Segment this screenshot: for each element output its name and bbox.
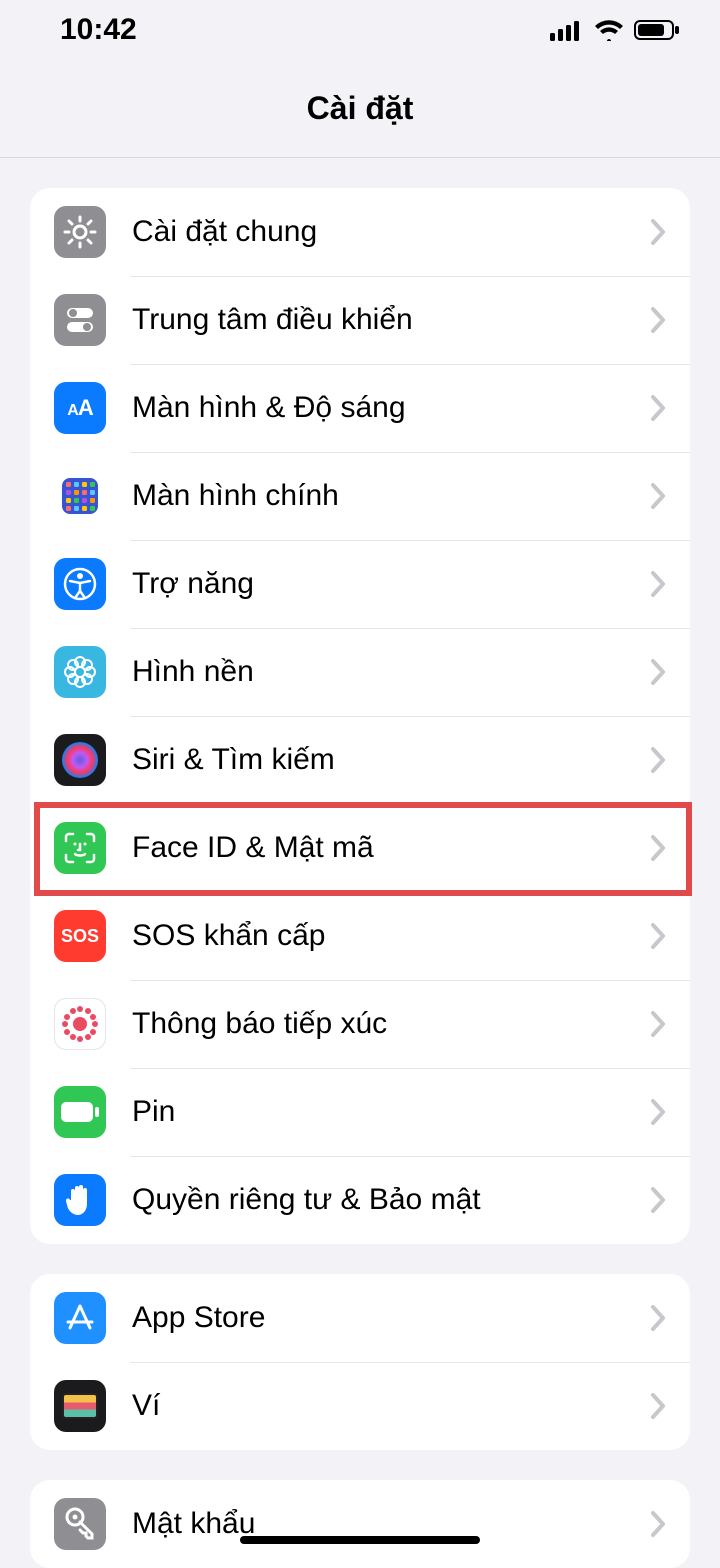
settings-row-home-screen[interactable]: Màn hình chính [30, 452, 690, 540]
siri-icon [54, 734, 106, 786]
wifi-icon [594, 19, 624, 41]
hand-icon [54, 1174, 106, 1226]
appstore-icon [54, 1292, 106, 1344]
chevron-right-icon [650, 746, 666, 774]
settings-row-exposure[interactable]: Thông báo tiếp xúc [30, 980, 690, 1068]
settings-row-control-center[interactable]: Trung tâm điều khiển [30, 276, 690, 364]
wallet-icon [54, 1380, 106, 1432]
settings-row-accessibility[interactable]: Trợ năng [30, 540, 690, 628]
settings-row-label: Màn hình & Độ sáng [132, 391, 650, 425]
exposure-icon [54, 998, 106, 1050]
home-indicator [240, 1536, 480, 1544]
settings-row-label: Face ID & Mật mã [132, 831, 650, 865]
flower-icon [54, 646, 106, 698]
settings-row-display[interactable]: AA Màn hình & Độ sáng [30, 364, 690, 452]
settings-row-privacy[interactable]: Quyền riêng tư & Bảo mật [30, 1156, 690, 1244]
settings-row-label: Pin [132, 1095, 650, 1129]
aa-icon: AA [54, 382, 106, 434]
settings-row-battery[interactable]: Pin [30, 1068, 690, 1156]
settings-row-siri[interactable]: Siri & Tìm kiếm [30, 716, 690, 804]
chevron-right-icon [650, 922, 666, 950]
settings-group: Cài đặt chung Trung tâm điều khiển AA Màn h… [30, 188, 690, 1244]
sos-icon: SOS [54, 910, 106, 962]
chevron-right-icon [650, 1010, 666, 1038]
status-bar: 10:42 [0, 0, 720, 60]
status-icons [550, 19, 680, 41]
settings-row-sos[interactable]: SOS SOS khẩn cấp [30, 892, 690, 980]
settings-row-app-store[interactable]: App Store [30, 1274, 690, 1362]
page-title: Cài đặt [0, 60, 720, 158]
chevron-right-icon [650, 1186, 666, 1214]
faceid-icon [54, 822, 106, 874]
settings-row-wallet[interactable]: Ví [30, 1362, 690, 1450]
settings-row-label: Trung tâm điều khiển [132, 303, 650, 337]
chevron-right-icon [650, 1510, 666, 1538]
grid-icon [54, 470, 106, 522]
chevron-right-icon [650, 482, 666, 510]
settings-row-label: Siri & Tìm kiếm [132, 743, 650, 777]
chevron-right-icon [650, 834, 666, 862]
settings-row-label: Quyền riêng tư & Bảo mật [132, 1183, 650, 1217]
chevron-right-icon [650, 570, 666, 598]
settings-row-passwords[interactable]: Mật khẩu [30, 1480, 690, 1568]
settings-group: App Store Ví [30, 1274, 690, 1450]
settings-row-label: Ví [132, 1389, 650, 1423]
key-icon [54, 1498, 106, 1550]
settings-row-label: Cài đặt chung [132, 215, 650, 249]
chevron-right-icon [650, 1392, 666, 1420]
toggles-icon [54, 294, 106, 346]
chevron-right-icon [650, 394, 666, 422]
chevron-right-icon [650, 1304, 666, 1332]
settings-row-label: Thông báo tiếp xúc [132, 1007, 650, 1041]
settings-row-label: SOS khẩn cấp [132, 919, 650, 953]
settings-row-label: Hình nền [132, 655, 650, 689]
settings-group: Mật khẩu [30, 1480, 690, 1568]
battery-icon [634, 19, 680, 41]
settings-row-face-id[interactable]: Face ID & Mật mã [30, 804, 690, 892]
chevron-right-icon [650, 218, 666, 246]
status-time: 10:42 [60, 13, 137, 47]
settings-row-label: App Store [132, 1301, 650, 1335]
battery-icon [54, 1086, 106, 1138]
settings-row-label: Màn hình chính [132, 479, 650, 513]
accessibility-icon [54, 558, 106, 610]
settings-row-label: Trợ năng [132, 567, 650, 601]
gear-icon [54, 206, 106, 258]
chevron-right-icon [650, 1098, 666, 1126]
cellular-icon [550, 19, 584, 41]
chevron-right-icon [650, 306, 666, 334]
chevron-right-icon [650, 658, 666, 686]
settings-row-wallpaper[interactable]: Hình nền [30, 628, 690, 716]
settings-row-general[interactable]: Cài đặt chung [30, 188, 690, 276]
